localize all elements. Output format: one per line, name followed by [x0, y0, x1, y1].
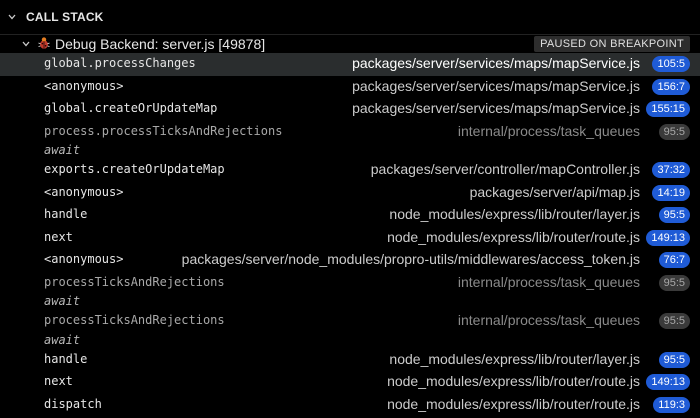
frame-function-name: processTicksAndRejections — [44, 274, 225, 289]
frame-line-badge: 119:3 — [653, 396, 690, 413]
stack-frame-row[interactable]: dispatch node_modules/express/lib/router/… — [0, 394, 700, 417]
stack-frame-row[interactable]: process.processTicksAndRejections interna… — [0, 121, 700, 144]
frame-line-badge: 95:5 — [658, 274, 690, 291]
await-separator: await — [0, 143, 700, 159]
frame-line-badge: 105:5 — [652, 56, 690, 72]
frame-function-name: dispatch — [44, 396, 102, 411]
stack-frame-row[interactable]: exports.createOrUpdateMap packages/server… — [0, 159, 700, 182]
stack-frame-row[interactable]: <anonymous> packages/server/services/maps… — [0, 76, 700, 99]
frame-source-path[interactable]: packages/server/controller/mapController… — [371, 161, 640, 177]
paused-status-badge: PAUSED ON BREAKPOINT — [534, 36, 690, 52]
frame-function-name: next — [44, 229, 73, 244]
chevron-down-icon[interactable] — [22, 40, 30, 48]
frame-line-badge: 14:19 — [652, 184, 690, 201]
frame-line-badge: 156:7 — [652, 78, 690, 95]
await-separator: await — [0, 333, 700, 349]
frame-function-name: <anonymous> — [44, 184, 124, 199]
frame-function-name: exports.createOrUpdateMap — [44, 162, 225, 176]
frame-source-path[interactable]: internal/process/task_queues — [458, 123, 640, 139]
frame-source-path[interactable]: packages/server/api/map.js — [470, 184, 640, 200]
stack-frame-row[interactable]: processTicksAndRejections internal/proces… — [0, 310, 700, 333]
frame-function-name: global.processChanges — [44, 56, 196, 70]
frame-source-path[interactable]: packages/server/services/maps/mapService… — [352, 100, 640, 116]
frame-line-badge: 95:5 — [658, 351, 690, 368]
debug-session-label: Debug Backend: server.js [49878] — [55, 36, 266, 52]
frame-function-name: process.processTicksAndRejections — [44, 123, 283, 138]
stack-frame-row[interactable]: <anonymous> packages/server/node_modules/… — [0, 249, 700, 272]
frame-line-badge: 76:7 — [658, 252, 690, 268]
frame-source-path[interactable]: packages/server/node_modules/propro-util… — [182, 251, 640, 267]
bug-icon — [38, 37, 50, 49]
frame-function-name: <anonymous> — [44, 78, 124, 93]
frame-line-badge: 149:13 — [646, 229, 690, 246]
stack-frame-row[interactable]: global.createOrUpdateMap packages/server/… — [0, 98, 700, 121]
frame-source-path[interactable]: node_modules/express/lib/router/route.js — [387, 229, 640, 245]
call-stack-panel: CALL STACK Debug Backend: server.js [498… — [0, 0, 700, 418]
frame-function-name: next — [44, 374, 73, 388]
frame-function-name: processTicksAndRejections — [44, 313, 225, 327]
frame-source-path[interactable]: node_modules/express/lib/router/layer.js — [389, 351, 640, 367]
await-label: await — [44, 143, 81, 157]
call-stack-title: CALL STACK — [26, 10, 104, 24]
frame-line-badge: 149:13 — [646, 374, 690, 390]
frame-source-path[interactable]: packages/server/services/maps/mapService… — [352, 78, 640, 94]
frame-line-badge: 37:32 — [652, 162, 690, 178]
await-label: await — [44, 332, 81, 347]
stack-frame-row[interactable]: handle node_modules/express/lib/router/la… — [0, 349, 700, 372]
frame-line-badge: 95:5 — [658, 207, 690, 223]
frame-source-path[interactable]: node_modules/express/lib/router/layer.js — [389, 206, 640, 222]
frame-function-name: global.createOrUpdateMap — [44, 101, 218, 115]
frame-source-path[interactable]: internal/process/task_queues — [458, 312, 640, 328]
debug-session-row[interactable]: Debug Backend: server.js [49878] PAUSED … — [0, 34, 700, 54]
stack-frame-row[interactable]: handle node_modules/express/lib/router/la… — [0, 204, 700, 227]
frame-function-name: <anonymous> — [44, 252, 124, 266]
chevron-down-icon[interactable] — [8, 13, 16, 21]
stack-frame-row[interactable]: next node_modules/express/lib/router/rout… — [0, 371, 700, 394]
frame-source-path[interactable]: node_modules/express/lib/router/route.js — [387, 373, 640, 389]
frame-function-name: handle — [44, 207, 88, 221]
frame-line-badge: 155:15 — [646, 101, 690, 117]
stack-frame-row[interactable]: global.processChanges packages/server/ser… — [0, 53, 700, 76]
await-label: await — [44, 294, 81, 308]
frame-line-badge: 95:5 — [658, 123, 690, 140]
frame-function-name: handle — [44, 351, 88, 366]
frame-source-path[interactable]: internal/process/task_queues — [458, 274, 640, 290]
stack-frame-row[interactable]: <anonymous> packages/server/api/map.js 14:… — [0, 182, 700, 205]
await-separator: await — [0, 294, 700, 310]
frame-source-path[interactable]: packages/server/services/maps/mapService… — [352, 55, 640, 71]
stack-frame-row[interactable]: processTicksAndRejections internal/proces… — [0, 272, 700, 295]
frame-source-path[interactable]: node_modules/express/lib/router/route.js — [387, 396, 640, 412]
stack-frame-row[interactable]: next node_modules/express/lib/router/rout… — [0, 227, 700, 250]
call-stack-header[interactable]: CALL STACK — [0, 0, 700, 35]
stack-frame-list: global.processChanges packages/server/ser… — [0, 53, 700, 416]
frame-line-badge: 95:5 — [658, 313, 690, 329]
